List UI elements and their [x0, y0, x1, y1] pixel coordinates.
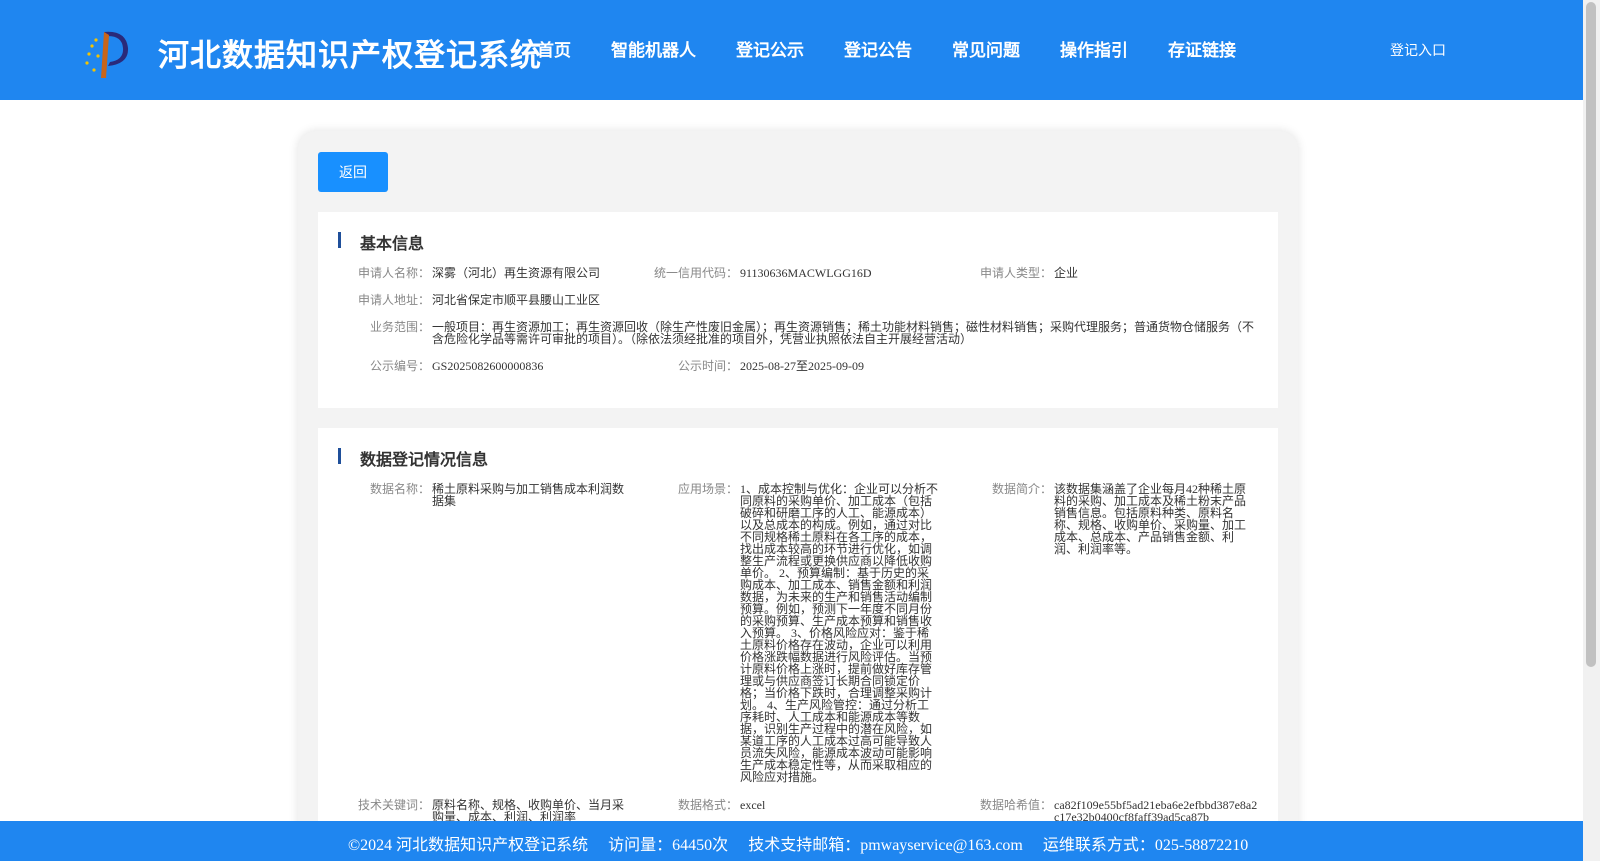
credit-code-value: 91130636MACWLGG16D: [740, 266, 872, 280]
notice-time-value: 2025-08-27至2025-09-09: [740, 359, 864, 373]
data-registration-section: 数据登记情况信息 数据名称： 稀土原料采购与加工销售成本利润数据集 应用场景： …: [318, 428, 1278, 861]
site-title: 河北数据知识产权登记系统: [158, 38, 542, 74]
nav-registration-public[interactable]: 登记公示: [736, 36, 804, 61]
tech-keywords-label: 技术关键词：: [357, 798, 430, 812]
applicant-name-value: 深雾（河北）再生资源有限公司: [432, 266, 601, 280]
nav-registration-announcement[interactable]: 登记公告: [844, 36, 912, 61]
footer-email: 技术支持邮箱：pmwayservice@163.com: [748, 837, 1023, 854]
applicant-type-label: 申请人类型：: [979, 266, 1052, 280]
page-footer: ©2024 河北数据知识产权登记系统 访问量：64450次 技术支持邮箱：pmw…: [0, 821, 1583, 861]
application-scenario-value: 1、成本控制与优化：企业可以分析不同原料的采购单价、加工成本（包括破碎和研磨工序…: [740, 482, 939, 784]
data-format-value: excel: [740, 798, 766, 812]
section-title: 基本信息: [360, 234, 425, 253]
data-hash-label: 数据哈希值：: [979, 798, 1052, 812]
basic-info-section: 基本信息 申请人名称： 深雾（河北）再生资源有限公司 统一信用代码： 91130…: [318, 212, 1278, 408]
section-accent-bar: [338, 232, 341, 248]
data-name-label: 数据名称：: [369, 482, 430, 496]
business-scope-value: 一般项目：再生资源加工；再生资源回收（除生产性废旧金属）；再生资源销售；稀土功能…: [432, 320, 1255, 346]
data-hash-value: ca82f109e55bf5ad21eba6e2efbbd387e8a2c17e…: [1054, 798, 1258, 824]
site-logo-icon: [85, 31, 129, 78]
data-intro-value: 该数据集涵盖了企业每月42种稀土原料的采购、加工成本及稀土粉末产品销售信息。包括…: [1054, 482, 1247, 556]
nav-home[interactable]: 首页: [537, 36, 571, 61]
applicant-address-value: 河北省保定市顺平县腰山工业区: [432, 293, 601, 307]
main-nav: 首页 智能机器人 登记公示 登记公告 常见问题 操作指引 存证链接: [537, 36, 1276, 61]
nav-evidence-link[interactable]: 存证链接: [1168, 36, 1236, 61]
top-header: 河北数据知识产权登记系统 首页 智能机器人 登记公示 登记公告 常见问题 操作指…: [0, 0, 1583, 100]
nav-robot[interactable]: 智能机器人: [611, 36, 696, 61]
page: 河北数据知识产权登记系统 首页 智能机器人 登记公示 登记公告 常见问题 操作指…: [0, 0, 1600, 861]
tech-keywords-value: 原料名称、规格、收购单价、当月采购量、成本、利润、利润率: [432, 798, 625, 824]
footer-visits: 访问量：64450次: [608, 837, 729, 854]
section-title: 数据登记情况信息: [360, 450, 489, 469]
data-intro-label: 数据简介：: [991, 482, 1052, 496]
section-accent-bar: [338, 448, 341, 464]
applicant-name-label: 申请人名称：: [357, 266, 430, 280]
applicant-address-label: 申请人地址：: [357, 293, 430, 307]
scrollbar-thumb[interactable]: [1586, 2, 1596, 667]
applicant-type-value: 企业: [1054, 266, 1079, 280]
business-scope-label: 业务范围：: [369, 320, 430, 334]
detail-card: 返回 基本信息 申请人名称： 深雾（河北）再生资源有限公司 统一信用代码： 91…: [298, 131, 1298, 861]
notice-number-label: 公示编号：: [369, 359, 430, 373]
back-button[interactable]: 返回: [318, 152, 388, 192]
footer-copyright: ©2024 河北数据知识产权登记系统: [348, 837, 589, 854]
login-link[interactable]: 登记入口: [1390, 40, 1446, 60]
main-column: 河北数据知识产权登记系统 首页 智能机器人 登记公示 登记公告 常见问题 操作指…: [0, 0, 1583, 861]
notice-number-value: GS2025082600000836: [432, 359, 544, 373]
footer-contact: 运维联系方式：025-58872210: [1042, 837, 1249, 854]
nav-faq[interactable]: 常见问题: [952, 36, 1020, 61]
data-format-label: 数据格式：: [677, 798, 738, 812]
nav-guide[interactable]: 操作指引: [1060, 36, 1128, 61]
application-scenario-label: 应用场景：: [677, 482, 738, 496]
page-scrollbar[interactable]: [1583, 0, 1600, 861]
data-name-value: 稀土原料采购与加工销售成本利润数据集: [432, 482, 625, 508]
notice-time-label: 公示时间：: [677, 359, 738, 373]
credit-code-label: 统一信用代码：: [653, 266, 738, 280]
footer-text: ©2024 河北数据知识产权登记系统 访问量：64450次 技术支持邮箱：pmw…: [348, 831, 1264, 855]
